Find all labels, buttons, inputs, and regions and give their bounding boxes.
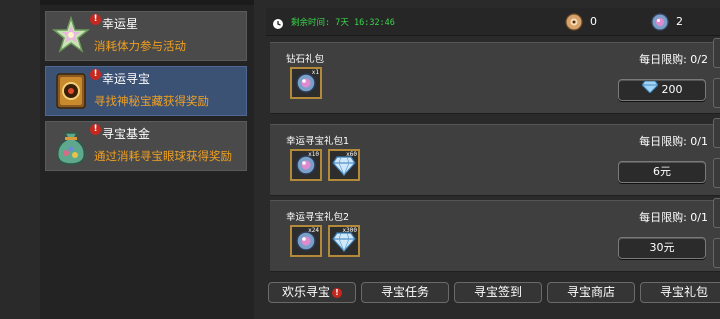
treasure-chest-icon [50, 70, 92, 112]
orb-icon [650, 12, 670, 32]
sidebar-item-title: 幸运星 [102, 17, 139, 31]
item-slot[interactable]: x60 [328, 149, 360, 181]
sidebar-item-title: 寻宝基金 [102, 127, 151, 141]
pack-title: 幸运寻宝礼包1 [286, 136, 350, 147]
daily-limit-text: 每日限购: 0/1 [639, 211, 708, 224]
daily-limit-text: 每日限购: 0/1 [639, 135, 708, 148]
eyeball-token-icon [564, 12, 584, 32]
buy-button[interactable]: 200 [618, 79, 706, 101]
pack-card-lucky-1: 幸运寻宝礼包1 x10 x60 每日限购: 0/1 6元 [270, 124, 720, 196]
tab-treasure-shop[interactable]: 寻宝商店 [547, 282, 635, 303]
pack-title: 幸运寻宝礼包2 [286, 212, 350, 223]
buy-button[interactable]: 6元 [618, 161, 706, 183]
diamond-icon [640, 80, 659, 100]
item-slot[interactable]: x1 [290, 67, 322, 99]
header-bar: 剩余时间: 7天 16:32:46 0 2 [266, 8, 720, 36]
sidebar-item-desc: 消耗体力参与活动 [94, 39, 186, 53]
pack-card-lucky-2: 幸运寻宝礼包2 x24 x300 每日限购: 0/1 30元 [270, 200, 720, 272]
item-qty: x24 [308, 227, 319, 234]
side-tab[interactable] [713, 78, 720, 108]
notification-badge: ! [90, 124, 101, 135]
sidebar-item-desc: 寻找神秘宝藏获得奖励 [94, 94, 209, 108]
sidebar-item-lucky-treasure[interactable]: ! 幸运寻宝 寻找神秘宝藏获得奖励 [45, 66, 247, 116]
item-slot[interactable]: x300 [328, 225, 360, 257]
side-tab[interactable] [713, 158, 720, 188]
sidebar-item-lucky-star[interactable]: ! 幸运星 消耗体力参与活动 [45, 11, 247, 61]
notification-badge: ! [90, 69, 101, 80]
tab-label: 寻宝签到 [473, 285, 522, 299]
tab-label: 寻宝礼包 [659, 285, 708, 299]
currency-a-value: 0 [590, 15, 597, 28]
tab-treasure-packs[interactable]: 寻宝礼包 [640, 282, 720, 303]
notification-badge: ! [332, 287, 342, 298]
clock-icon [272, 15, 284, 29]
side-tab[interactable] [713, 198, 720, 228]
pack-title: 钻石礼包 [286, 54, 325, 65]
tab-label: 寻宝商店 [566, 285, 615, 299]
tab-label: 寻宝任务 [380, 285, 429, 299]
sidebar-item-title: 幸运寻宝 [102, 72, 151, 86]
tab-treasure-checkin[interactable]: 寻宝签到 [454, 282, 542, 303]
buy-button[interactable]: 30元 [618, 237, 706, 259]
item-slot[interactable]: x24 [290, 225, 322, 257]
tab-label: 欢乐寻宝 [281, 285, 330, 299]
side-tab[interactable] [713, 38, 720, 68]
item-qty: x1 [311, 69, 319, 76]
sidebar-item-treasure-fund[interactable]: ! 寻宝基金 通过消耗寻宝眼球获得奖励 [45, 121, 247, 171]
item-qty: x10 [308, 151, 319, 158]
tab-joyful-treasure[interactable]: 欢乐寻宝! [268, 282, 356, 303]
remaining-time-label: 剩余时间: 7天 16:32:46 [291, 18, 395, 28]
buy-button-price: 200 [661, 83, 683, 96]
side-tab[interactable] [713, 238, 720, 268]
pack-card-diamond: 钻石礼包 x1 每日限购: 0/2 200 [270, 42, 720, 114]
bottom-tab-row: 欢乐寻宝! 寻宝任务 寻宝签到 寻宝商店 寻宝礼包 [268, 282, 720, 304]
star-icon [50, 15, 92, 57]
side-tab[interactable] [713, 118, 720, 148]
money-bag-icon [50, 125, 92, 167]
sidebar-item-desc: 通过消耗寻宝眼球获得奖励 [94, 149, 232, 163]
item-slot[interactable]: x10 [290, 149, 322, 181]
notification-badge: ! [90, 14, 101, 25]
top-strip [40, 0, 254, 5]
daily-limit-text: 每日限购: 0/2 [639, 53, 708, 66]
currency-b-value: 2 [676, 15, 683, 28]
item-qty: x300 [342, 227, 357, 234]
item-qty: x60 [346, 151, 357, 158]
tab-treasure-tasks[interactable]: 寻宝任务 [361, 282, 449, 303]
